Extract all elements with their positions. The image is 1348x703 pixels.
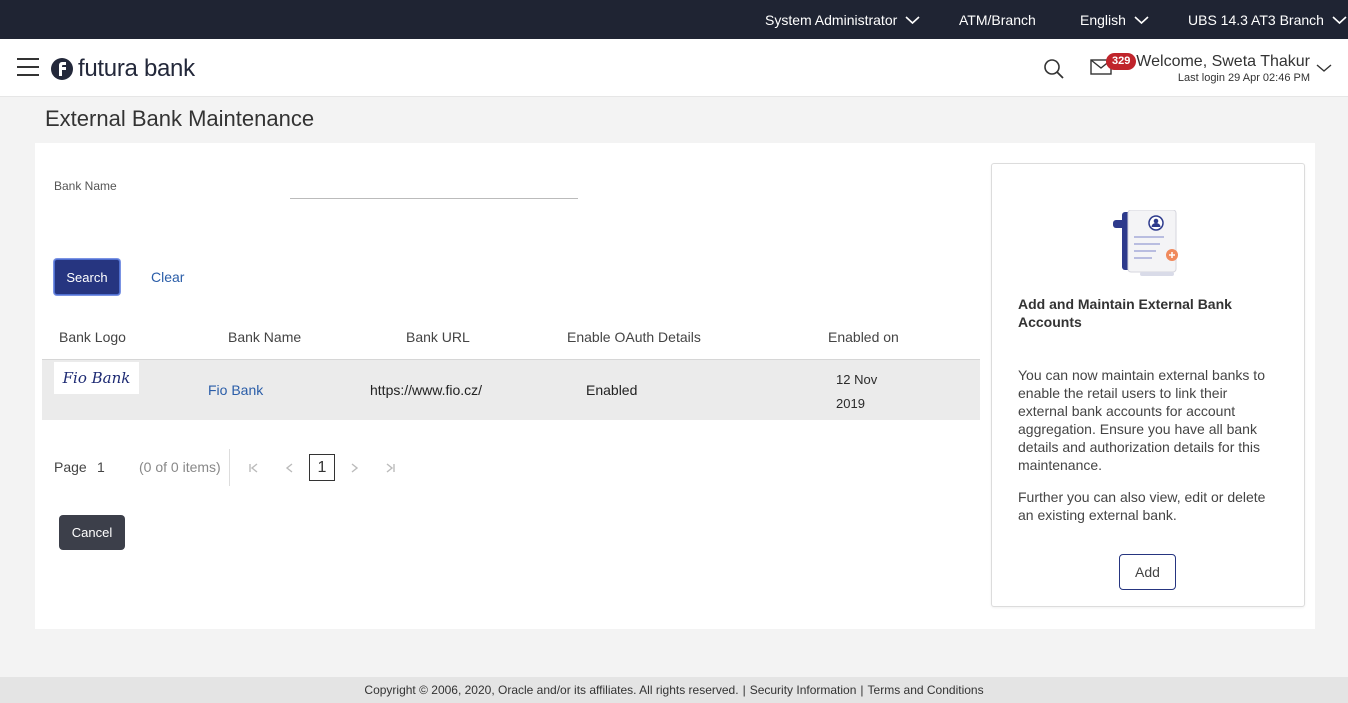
column-header-bank-name: Bank Name <box>228 329 302 345</box>
footer-divider: | <box>860 683 864 697</box>
enabled-on-date: 12 Nov <box>836 372 878 387</box>
brand-name: futura bank <box>78 55 195 82</box>
welcome-text: Welcome, Sweta Thakur <box>1136 53 1310 70</box>
chevron-down-icon <box>905 15 920 24</box>
card-note: Further you can also view, edit or delet… <box>1018 489 1266 523</box>
bank-name-label: Bank Name <box>54 179 117 193</box>
bank-logo-image: Fio Bank <box>54 362 139 394</box>
footer: Copyright © 2006, 2020, Oracle and/or it… <box>0 677 1348 703</box>
add-button[interactable]: Add <box>1119 554 1176 590</box>
role-menu[interactable]: System Administrator <box>765 0 920 39</box>
menu-icon[interactable] <box>17 58 39 76</box>
futura-logo-icon <box>51 58 73 80</box>
search-icon[interactable] <box>1043 58 1065 80</box>
card-title: Add and Maintain External Bank Accounts <box>1018 296 1232 330</box>
column-header-bank-logo: Bank Logo <box>59 329 126 345</box>
footer-divider: | <box>742 683 746 697</box>
mail-count-badge: 329 <box>1106 53 1137 70</box>
entity-menu[interactable]: UBS 14.3 AT3 Branch <box>1188 0 1347 39</box>
security-information-link[interactable]: Security Information <box>750 683 857 697</box>
chevron-down-icon <box>1332 15 1347 24</box>
copyright-text: Copyright © 2006, 2020, Oracle and/or it… <box>364 683 739 697</box>
terms-link[interactable]: Terms and Conditions <box>868 683 984 697</box>
previous-page-icon[interactable] <box>283 461 297 475</box>
oauth-status-cell: Enabled <box>586 382 638 398</box>
bank-logo-lettering: Fio Bank <box>62 369 131 387</box>
branch-menu[interactable]: ATM/Branch <box>959 0 1036 39</box>
bank-url-cell: https://www.fio.cz/ <box>370 382 483 398</box>
card-description: You can now maintain external banks to e… <box>1018 367 1265 473</box>
bank-name-input[interactable] <box>290 178 578 199</box>
language-label: English <box>1080 11 1126 28</box>
column-header-bank-url: Bank URL <box>406 329 470 345</box>
header: futura bank 329 Welcome, Sweta Thakur La… <box>0 39 1348 97</box>
clear-link[interactable]: Clear <box>151 269 184 285</box>
column-header-enabled-on: Enabled on <box>828 329 899 345</box>
bank-name-link[interactable]: Fio Bank <box>208 382 263 398</box>
chevron-down-icon <box>1134 15 1149 24</box>
enabled-on-year: 2019 <box>836 396 865 411</box>
page-title: External Bank Maintenance <box>45 106 315 131</box>
items-count: (0 of 0 items) <box>139 459 221 475</box>
bank-document-icon <box>1113 210 1178 276</box>
first-page-icon[interactable] <box>247 461 261 475</box>
role-label: System Administrator <box>765 11 898 28</box>
last-login-text: Last login 29 Apr 02:46 PM <box>1177 72 1310 84</box>
page-number: 1 <box>97 459 105 475</box>
brand-logo[interactable]: futura bank <box>50 55 195 83</box>
language-menu[interactable]: English <box>1080 0 1149 39</box>
last-page-icon[interactable] <box>383 461 397 475</box>
chevron-down-icon[interactable] <box>1316 63 1332 73</box>
current-page-button[interactable]: 1 <box>309 454 335 481</box>
cancel-button[interactable]: Cancel <box>59 515 125 550</box>
user-info[interactable]: Welcome, Sweta Thakur Last login 29 Apr … <box>1136 53 1310 84</box>
enabled-on-cell: 12 Nov 2019 <box>836 368 896 416</box>
search-button[interactable]: Search <box>54 259 120 295</box>
branch-label: ATM/Branch <box>959 11 1036 28</box>
column-header-oauth: Enable OAuth Details <box>567 329 701 345</box>
page-label: Page <box>54 459 87 475</box>
top-bar: System Administrator ATM/Branch English … <box>0 0 1348 39</box>
entity-label: UBS 14.3 AT3 Branch <box>1188 11 1324 28</box>
next-page-icon[interactable] <box>347 461 361 475</box>
pagination-divider <box>229 449 230 486</box>
